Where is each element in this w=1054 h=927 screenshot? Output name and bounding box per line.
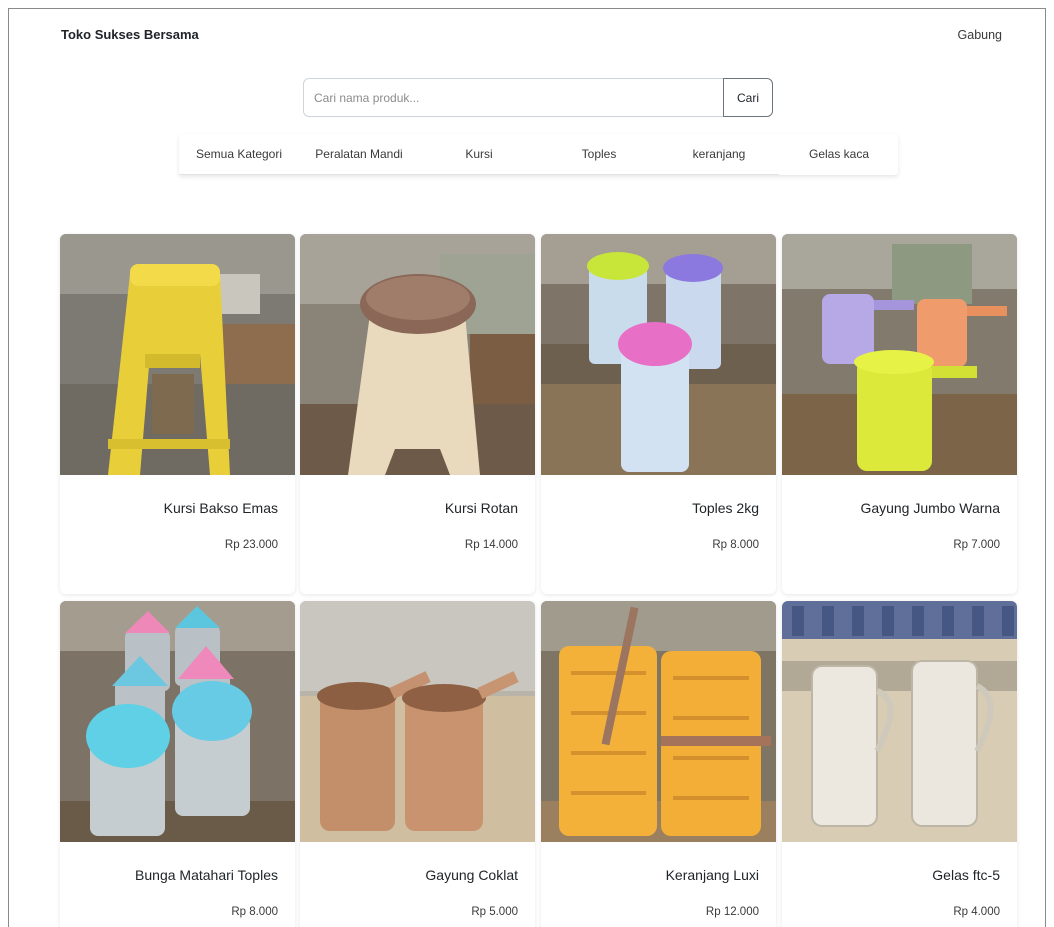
product-name[interactable]: Keranjang Luxi <box>666 867 759 883</box>
search-button[interactable]: Cari <box>723 78 773 117</box>
product-name[interactable]: Gayung Jumbo Warna <box>860 500 1000 516</box>
product-image-glass-jars[interactable] <box>60 601 295 842</box>
product-price: Rp 12.000 <box>705 906 759 918</box>
product-card[interactable]: Bunga Matahari Toples Rp 8.000 <box>60 601 295 927</box>
category-all[interactable]: Semua Kategori <box>179 134 299 175</box>
product-name[interactable]: Gayung Coklat <box>425 867 518 883</box>
navbar: Toko Sukses Bersama Gabung <box>61 27 1002 49</box>
product-card[interactable]: Keranjang Luxi Rp 12.000 <box>541 601 776 927</box>
product-price: Rp 23.000 <box>224 539 278 551</box>
product-image-rattan-stool[interactable] <box>300 234 535 475</box>
product-name[interactable]: Kursi Bakso Emas <box>164 500 278 516</box>
category-kursi[interactable]: Kursi <box>419 134 539 175</box>
product-price: Rp 8.000 <box>712 539 759 551</box>
product-price: Rp 5.000 <box>471 906 518 918</box>
product-image-yellow-stool[interactable] <box>60 234 295 475</box>
category-gelas-kaca[interactable]: Gelas kaca <box>779 134 899 175</box>
brand-link[interactable]: Toko Sukses Bersama <box>61 27 199 42</box>
product-name[interactable]: Gelas ftc-5 <box>932 867 1000 883</box>
product-card[interactable]: Toples 2kg Rp 8.000 <box>541 234 776 594</box>
product-card[interactable]: Gayung Coklat Rp 5.000 <box>300 601 535 927</box>
product-price: Rp 14.000 <box>464 539 518 551</box>
product-card[interactable]: Gayung Jumbo Warna Rp 7.000 <box>782 234 1017 594</box>
product-card[interactable]: Kursi Rotan Rp 14.000 <box>300 234 535 594</box>
category-bar: Semua Kategori Peralatan Mandi Kursi Top… <box>179 134 898 175</box>
product-price: Rp 4.000 <box>953 906 1000 918</box>
product-image-plastic-jars[interactable] <box>541 234 776 475</box>
product-image-orange-baskets[interactable] <box>541 601 776 842</box>
category-toples[interactable]: Toples <box>539 134 659 175</box>
product-image-water-dippers[interactable] <box>782 234 1017 475</box>
product-image-glass-mugs[interactable] <box>782 601 1017 842</box>
join-link[interactable]: Gabung <box>958 28 1002 42</box>
search-form: Cari <box>303 78 773 117</box>
category-peralatan-mandi[interactable]: Peralatan Mandi <box>299 134 419 175</box>
product-name[interactable]: Kursi Rotan <box>445 500 518 516</box>
product-card[interactable]: Kursi Bakso Emas Rp 23.000 <box>60 234 295 594</box>
product-card[interactable]: Gelas ftc-5 Rp 4.000 <box>782 601 1017 927</box>
product-price: Rp 7.000 <box>953 539 1000 551</box>
product-name[interactable]: Toples 2kg <box>692 500 759 516</box>
product-price: Rp 8.000 <box>231 906 278 918</box>
product-name[interactable]: Bunga Matahari Toples <box>135 867 278 883</box>
category-keranjang[interactable]: keranjang <box>659 134 779 175</box>
search-input[interactable] <box>303 78 723 117</box>
product-image-brown-dippers[interactable] <box>300 601 535 842</box>
